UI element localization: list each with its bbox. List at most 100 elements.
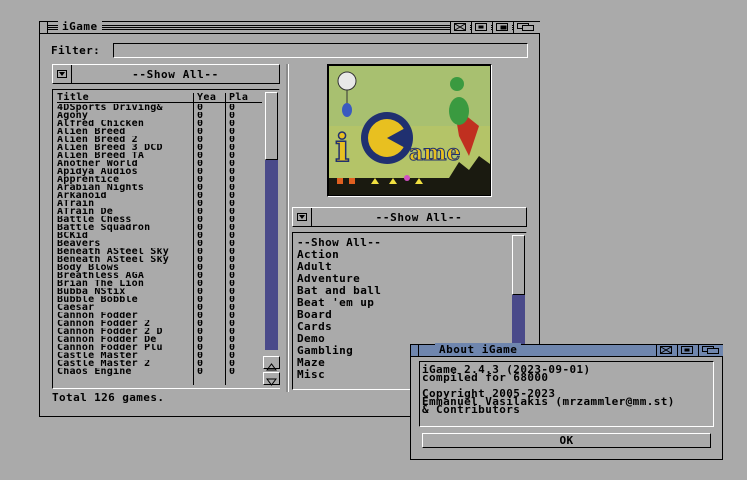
game-row[interactable]: Castle Master 0 0 <box>57 352 263 360</box>
game-row[interactable]: Beneath ASteel Sky 0 0 <box>57 256 263 264</box>
game-row[interactable]: Apidya Audios 0 0 <box>57 168 263 176</box>
game-title: ATrain <box>57 200 95 208</box>
games-rows[interactable]: 4DSports Driving& 0 0 Agony 0 0 Alfred Chicken… <box>57 104 263 386</box>
game-row[interactable]: Breathless AGA 0 0 <box>57 272 263 280</box>
about-close-gadget[interactable] <box>411 345 419 356</box>
game-title: Body Blows <box>57 264 120 272</box>
game-title: ATrain De <box>57 208 113 216</box>
games-list: Title Yea Pla 4DSports Driving& 0 0 Agony 0 0… <box>52 89 280 389</box>
iconify-gadget[interactable] <box>450 22 470 33</box>
game-row[interactable]: Caesar 0 0 <box>57 304 263 312</box>
game-row[interactable]: Alien Breed 2 0 0 <box>57 136 263 144</box>
game-row[interactable]: Alien Breed 3 DCD 0 0 <box>57 144 263 152</box>
game-year: 0 <box>197 312 204 320</box>
game-year: 0 <box>197 208 204 216</box>
game-row[interactable]: Body Blows 0 0 <box>57 264 263 272</box>
game-row[interactable]: Bubba NStix 0 0 <box>57 288 263 296</box>
game-players: 0 <box>229 280 236 288</box>
game-players: 0 <box>229 136 236 144</box>
game-year: 0 <box>197 368 204 376</box>
about-window: About iGame iGame 2.4.3 (2023-09-01) comp… <box>410 343 723 460</box>
genre-scroll-knob[interactable] <box>512 235 525 295</box>
game-row[interactable]: Cannon Fodder 2 0 0 <box>57 320 263 328</box>
game-row[interactable]: Beneath ASteel Sky 0 0 <box>57 248 263 256</box>
game-year: 0 <box>197 248 204 256</box>
game-row[interactable]: Cannon Fodder Plu 0 0 <box>57 344 263 352</box>
game-row[interactable]: Another World 0 0 <box>57 160 263 168</box>
game-row[interactable]: Cannon Fodder De 0 0 <box>57 336 263 344</box>
close-gadget[interactable] <box>40 22 48 33</box>
game-players: 0 <box>229 328 236 336</box>
filter-label: Filter: <box>51 44 101 57</box>
game-row[interactable]: Apprentice 0 0 <box>57 176 263 184</box>
game-year: 0 <box>197 192 204 200</box>
game-title: 4DSports Driving& <box>57 104 163 112</box>
game-year: 0 <box>197 272 204 280</box>
filter-input[interactable] <box>113 43 528 58</box>
game-players: 0 <box>229 336 236 344</box>
game-players: 0 <box>229 160 236 168</box>
game-row[interactable]: Bubble Bobble 0 0 <box>57 296 263 304</box>
depth-back-gadget[interactable] <box>492 22 512 33</box>
genre-item[interactable]: Cards <box>297 321 507 333</box>
game-row[interactable]: ATrain 0 0 <box>57 200 263 208</box>
about-depth-gadget[interactable] <box>698 345 723 356</box>
game-year: 0 <box>197 216 204 224</box>
ok-button[interactable]: OK <box>422 433 711 448</box>
game-year: 0 <box>197 280 204 288</box>
game-row[interactable]: Castle Master 2 0 0 <box>57 360 263 368</box>
game-players: 0 <box>229 184 236 192</box>
col-players-header[interactable]: Pla <box>229 93 248 103</box>
col-title-header[interactable]: Title <box>57 93 89 103</box>
game-players: 0 <box>229 304 236 312</box>
game-title: Castle Master <box>57 352 138 360</box>
about-title-bar[interactable]: About iGame <box>411 343 723 357</box>
game-row[interactable]: Battle Squadron 0 0 <box>57 224 263 232</box>
game-row[interactable]: Alfred Chicken 0 0 <box>57 120 263 128</box>
game-row[interactable]: ATrain De 0 0 <box>57 208 263 216</box>
col-year-header[interactable]: Yea <box>197 93 216 103</box>
game-players: 0 <box>229 192 236 200</box>
about-iconify-icon <box>660 346 672 354</box>
game-title: Cannon Fodder 2 <box>57 320 151 328</box>
about-iconify-gadget[interactable] <box>656 345 676 356</box>
pane-divider[interactable] <box>286 64 289 392</box>
game-row[interactable]: Beavers 0 0 <box>57 240 263 248</box>
game-row[interactable]: Cannon Fodder 0 0 <box>57 312 263 320</box>
game-title: Brian The Lion <box>57 280 145 288</box>
scroll-down-button[interactable] <box>263 372 280 386</box>
game-row[interactable]: Arabian Nights 0 0 <box>57 184 263 192</box>
game-players: 0 <box>229 216 236 224</box>
game-title: Chaos Engine <box>57 368 132 376</box>
game-year: 0 <box>197 352 204 360</box>
about-zoom-gadget[interactable] <box>677 345 697 356</box>
game-row[interactable]: BCKid 0 0 <box>57 232 263 240</box>
right-category-cycle[interactable]: --Show All-- <box>292 207 527 227</box>
games-scrollbar[interactable] <box>263 90 280 388</box>
game-row[interactable]: Brian The Lion 0 0 <box>57 280 263 288</box>
zoom-gadget[interactable] <box>471 22 491 33</box>
game-year: 0 <box>197 128 204 136</box>
game-row[interactable]: Chaos Engine 0 0 <box>57 368 263 376</box>
games-scroll-knob[interactable] <box>265 92 278 160</box>
game-row[interactable]: Alien Breed 0 0 <box>57 128 263 136</box>
game-year: 0 <box>197 168 204 176</box>
game-row[interactable]: Alien Breed TA 0 0 <box>57 152 263 160</box>
game-year: 0 <box>197 224 204 232</box>
game-row[interactable]: Agony 0 0 <box>57 112 263 120</box>
game-year: 0 <box>197 296 204 304</box>
game-title: Caesar <box>57 304 95 312</box>
game-row[interactable]: Battle Chess 0 0 <box>57 216 263 224</box>
game-row[interactable]: 4DSports Driving& 0 0 <box>57 104 263 112</box>
game-row[interactable]: Cannon Fodder 2 D 0 0 <box>57 328 263 336</box>
game-title: Agony <box>57 112 89 120</box>
main-title-bar[interactable]: iGame <box>40 20 540 34</box>
game-title: Battle Squadron <box>57 224 151 232</box>
game-row[interactable]: Arkanoid 0 0 <box>57 192 263 200</box>
game-title: Alien Breed <box>57 128 126 136</box>
game-year: 0 <box>197 112 204 120</box>
depth-front-gadget[interactable] <box>513 22 540 33</box>
scroll-up-button[interactable] <box>263 356 280 371</box>
left-category-cycle[interactable]: --Show All-- <box>52 64 280 84</box>
game-year: 0 <box>197 344 204 352</box>
